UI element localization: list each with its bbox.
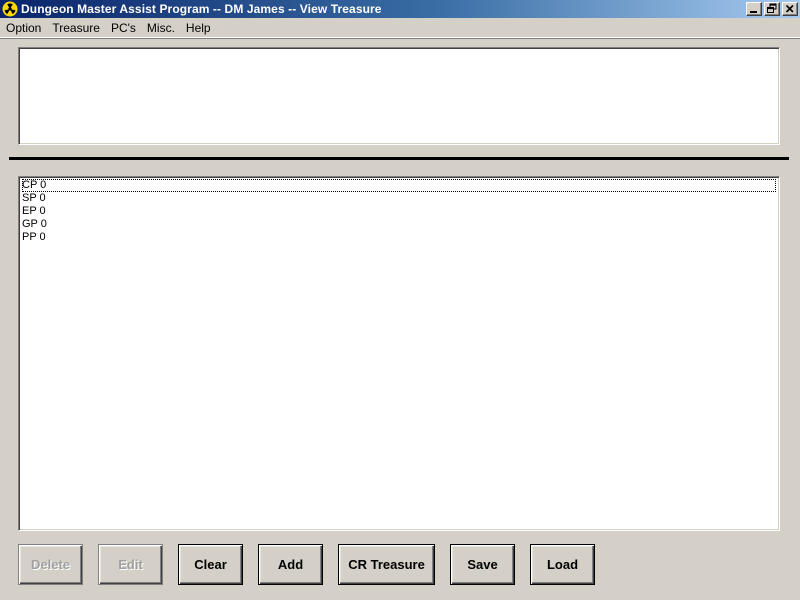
list-item-pp[interactable]: PP 0 [22,231,776,244]
list-item-gp[interactable]: GP 0 [22,218,776,231]
close-icon [785,4,794,13]
clear-button[interactable]: Clear [178,544,243,585]
list-item-ep[interactable]: EP 0 [22,205,776,218]
menu-option[interactable]: Option [0,18,46,38]
list-item-sp[interactable]: SP 0 [22,192,776,205]
caption-buttons [744,2,798,16]
menu-separator [0,38,800,39]
title-bar[interactable]: Dungeon Master Assist Program -- DM Jame… [0,0,800,18]
window-title: Dungeon Master Assist Program -- DM Jame… [21,2,382,16]
save-button[interactable]: Save [450,544,515,585]
menu-pcs[interactable]: PC's [105,18,141,38]
edit-button[interactable]: Edit [98,544,163,585]
list-item-cp[interactable]: CP 0 [22,179,776,192]
menu-treasure[interactable]: Treasure [46,18,105,38]
restore-icon [767,3,777,13]
menu-help[interactable]: Help [180,18,216,38]
info-text-box[interactable] [18,47,780,145]
menu-misc[interactable]: Misc. [141,18,180,38]
minimize-button[interactable] [746,2,762,16]
add-button[interactable]: Add [258,544,323,585]
treasure-list-items: CP 0 SP 0 EP 0 GP 0 PP 0 [22,179,776,244]
menu-bar: Option Treasure PC's Misc. Help [0,18,800,38]
section-divider [9,157,789,160]
minimize-icon [750,11,757,13]
load-button[interactable]: Load [530,544,595,585]
restore-button[interactable] [764,2,780,16]
close-button[interactable] [782,2,798,16]
main-window: Dungeon Master Assist Program -- DM Jame… [0,0,800,600]
treasure-list[interactable]: CP 0 SP 0 EP 0 GP 0 PP 0 [18,176,780,531]
delete-button[interactable]: Delete [18,544,83,585]
cr-treasure-button[interactable]: CR Treasure [338,544,435,585]
radiation-icon[interactable] [2,1,18,17]
